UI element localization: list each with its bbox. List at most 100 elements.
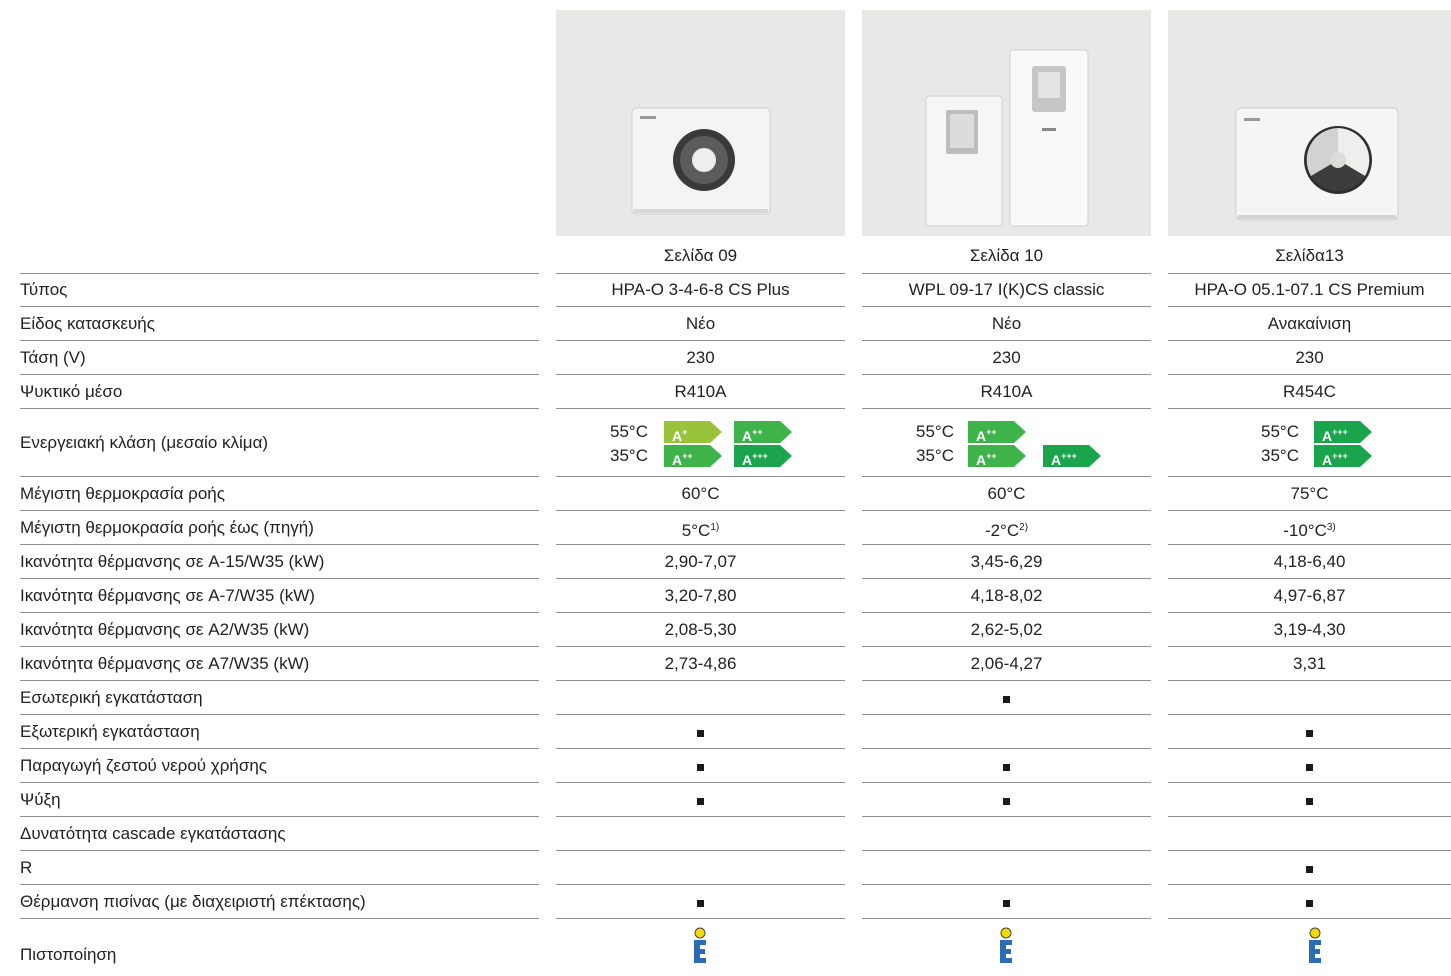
heating-capacity: 3,31	[1292, 654, 1327, 673]
filled-square-icon	[697, 730, 704, 737]
row-label: Τύπος	[20, 280, 68, 299]
row-divider	[20, 782, 539, 783]
temperature-value: -2°C	[984, 521, 1020, 540]
construction-kind: Νέο	[685, 314, 716, 333]
certification-mark-icon	[1309, 927, 1321, 963]
energy-temperature: 35°C	[610, 446, 648, 465]
row-label: Εσωτερική εγκατάσταση	[20, 688, 203, 707]
max-flow-temperature: 60°C	[681, 484, 720, 503]
energy-temperature: 35°C	[916, 446, 954, 465]
row-label: Τάση (V)	[20, 348, 86, 367]
heating-capacity: 4,18-8,02	[970, 586, 1043, 605]
row-label: Ικανότητα θέρμανσης σε A-15/W35 (kW)	[20, 552, 325, 571]
energy-class-plus: +++	[1061, 451, 1077, 461]
energy-class-base: A	[742, 428, 753, 444]
max-flow-temperature: 60°C	[987, 484, 1026, 503]
feature-cell	[556, 783, 845, 817]
indoor-units-illustration	[925, 49, 1089, 227]
refrigerant-value: R410A	[980, 382, 1033, 401]
energy-class-arrow: A+++	[734, 445, 792, 468]
energy-class-base: A	[672, 452, 683, 468]
row-label: Ικανότητα θέρμανσης σε A2/W35 (kW)	[20, 620, 310, 639]
energy-class-plus: ++	[682, 451, 693, 461]
energy-class-label: A++	[976, 421, 997, 447]
heating-capacity: 3,20-7,80	[664, 586, 737, 605]
energy-temperature: 55°C	[916, 422, 954, 441]
energy-temperature: 55°C	[610, 422, 648, 441]
energy-class-label: A++	[742, 421, 763, 447]
product-type: HPA-O 05.1-07.1 CS Premium	[1194, 280, 1425, 299]
heating-capacity: 2,73-4,86	[664, 654, 737, 673]
feature-cell	[1168, 851, 1451, 885]
heating-capacity: 2,08-5,30	[664, 620, 737, 639]
page-reference: Σελίδα 09	[663, 246, 738, 265]
feature-cell	[556, 749, 845, 783]
filled-square-icon	[697, 798, 704, 805]
row-divider	[862, 850, 1151, 851]
product-image-wpl-classic	[862, 10, 1151, 236]
row-divider	[862, 714, 1151, 715]
row-divider	[556, 680, 845, 681]
energy-class-arrow: A+++	[1043, 445, 1101, 468]
filled-square-icon	[697, 764, 704, 771]
energy-class-plus: +++	[1332, 451, 1348, 461]
filled-square-icon	[1306, 730, 1313, 737]
filled-square-icon	[1003, 764, 1010, 771]
energy-class-plus: ++	[986, 427, 997, 437]
energy-class-label: A++	[976, 445, 997, 471]
heating-capacity: 2,62-5,02	[970, 620, 1043, 639]
filled-square-icon	[1003, 798, 1010, 805]
heating-capacity: 4,18-6,40	[1273, 552, 1346, 571]
row-label: R	[20, 858, 33, 877]
max-flow-temperature-source: -10°C3)	[1168, 511, 1451, 545]
energy-class-plus: ++	[752, 427, 763, 437]
feature-cell	[862, 749, 1151, 783]
outdoor-unit-illustration	[631, 107, 771, 215]
row-label: Ψύξη	[20, 790, 61, 809]
row-divider	[1168, 816, 1451, 817]
row-divider	[556, 816, 845, 817]
energy-class-arrow: A++	[968, 445, 1026, 468]
energy-temperature: 35°C	[1261, 446, 1299, 465]
energy-class-plus: ++	[986, 451, 997, 461]
feature-cell	[1168, 715, 1451, 749]
energy-class-arrow: A+++	[1314, 421, 1372, 444]
heating-capacity: 4,97-6,87	[1273, 586, 1346, 605]
energy-class-base: A	[672, 428, 683, 444]
row-label: Μέγιστη θερμοκρασία ροής έως (πηγή)	[20, 518, 314, 537]
footnote-marker: 1)	[710, 522, 720, 533]
filled-square-icon	[697, 900, 704, 907]
outdoor-unit-fan-illustration	[1235, 107, 1399, 221]
certification-mark-icon	[694, 927, 706, 963]
filled-square-icon	[1306, 764, 1313, 771]
temperature-value: 5°C	[681, 521, 711, 540]
row-label: Ψυκτικό μέσο	[20, 382, 123, 401]
row-label: Εξωτερική εγκατάσταση	[20, 722, 200, 741]
feature-cell	[862, 783, 1151, 817]
row-label: Ικανότητα θέρμανσης σε A-7/W35 (kW)	[20, 586, 315, 605]
energy-class-arrow: A+++	[1314, 445, 1372, 468]
refrigerant-value: R410A	[674, 382, 727, 401]
row-label: Ικανότητα θέρμανσης σε A7/W35 (kW)	[20, 654, 310, 673]
construction-kind: Ανακαίνιση	[1267, 314, 1352, 333]
row-label: Παραγωγή ζεστού νερού χρήσης	[20, 756, 267, 775]
feature-cell	[1168, 885, 1451, 919]
energy-class-base: A	[1322, 428, 1333, 444]
energy-class-label: A+++	[1322, 421, 1348, 447]
energy-class-plus: +	[682, 427, 688, 437]
energy-class-base: A	[976, 428, 987, 444]
row-label: Ενεργειακή κλάση (μεσαίο κλίμα)	[20, 433, 269, 452]
feature-cell	[556, 715, 845, 749]
filled-square-icon	[1003, 900, 1010, 907]
filled-square-icon	[1306, 798, 1313, 805]
footnote-marker: 2)	[1019, 522, 1029, 533]
row-divider	[862, 408, 1151, 409]
row-divider	[20, 340, 539, 341]
energy-class-plus: +++	[1332, 427, 1348, 437]
row-divider	[556, 850, 845, 851]
filled-square-icon	[1306, 866, 1313, 873]
row-divider	[1168, 408, 1451, 409]
heating-capacity: 3,45-6,29	[970, 552, 1043, 571]
page-reference: Σελίδα13	[1275, 246, 1344, 265]
energy-class-base: A	[1051, 452, 1062, 468]
